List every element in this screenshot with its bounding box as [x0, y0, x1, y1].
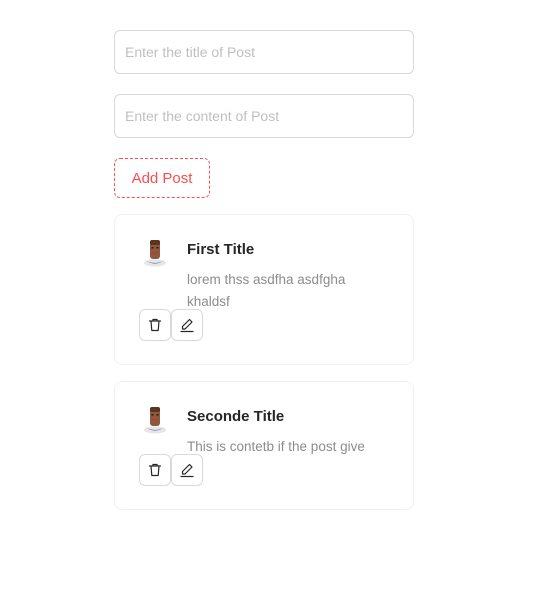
- post-card: First Title lorem thss asdfha asdfgha kh…: [114, 214, 414, 365]
- trash-icon: [148, 318, 162, 332]
- pencil-icon: [180, 463, 194, 478]
- post-title: Seconde Title: [187, 408, 285, 425]
- post-card: Seconde Title This is contetb if the pos…: [114, 381, 414, 510]
- avatar-icon: [144, 240, 166, 267]
- add-post-button[interactable]: Add Post: [114, 158, 210, 198]
- post-content: This is contetb if the post give: [187, 439, 365, 454]
- avatar-icon: [144, 407, 166, 434]
- edit-post-button[interactable]: [171, 454, 203, 486]
- post-title-input[interactable]: [114, 30, 414, 74]
- trash-icon: [148, 463, 162, 477]
- delete-post-button[interactable]: [139, 309, 171, 341]
- pencil-icon: [180, 318, 194, 333]
- post-content-input[interactable]: [114, 94, 414, 138]
- delete-post-button[interactable]: [139, 454, 171, 486]
- post-title: First Title: [187, 241, 255, 258]
- edit-post-button[interactable]: [171, 309, 203, 341]
- post-content: lorem thss asdfha asdfgha khaldsf: [187, 272, 346, 309]
